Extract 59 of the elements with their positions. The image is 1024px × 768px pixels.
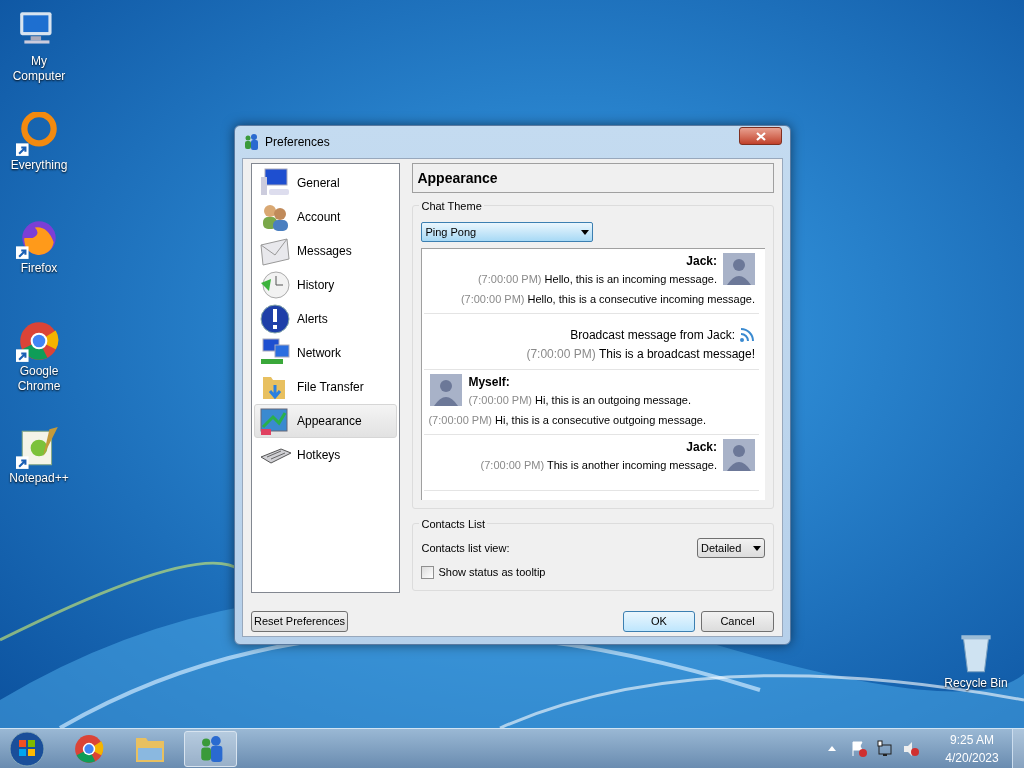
ok-button[interactable]: OK [623, 611, 695, 632]
messenger-taskbar-button[interactable] [184, 730, 237, 767]
message-time: (7:00:00 PM) [428, 414, 493, 426]
message-text: Hello, this is a consecutive incoming message. [527, 293, 755, 305]
sidebar-item[interactable]: Appearance [254, 404, 398, 438]
view-dropdown[interactable]: Detailed [697, 538, 765, 558]
sidebar-item[interactable]: General [254, 166, 398, 200]
category-icon [259, 269, 291, 301]
rss-icon [739, 327, 755, 343]
checkbox-label: Show status as tooltip [438, 565, 546, 580]
message-time: (7:00:00 PM) [468, 394, 533, 406]
field-label: Contacts list view: [421, 540, 510, 556]
avatar-icon [430, 374, 463, 406]
desktop-icon-label[interactable]: My Computer [6, 54, 72, 84]
sidebar-item[interactable]: File Transfer [254, 370, 398, 404]
app-icon [243, 134, 259, 150]
sidebar-item[interactable]: Hotkeys [254, 438, 398, 472]
sidebar-item[interactable]: History [254, 268, 398, 302]
category-icon [259, 303, 291, 335]
message-text: This is another incoming message. [547, 459, 717, 471]
window-title: Preferences [265, 134, 331, 151]
avatar-icon [723, 439, 755, 471]
sender-name: Jack: [686, 439, 717, 455]
cancel-button[interactable]: Cancel [701, 611, 774, 632]
flag-icon[interactable] [850, 739, 868, 758]
show-hidden-icons-icon[interactable] [828, 746, 836, 751]
start-button[interactable] [8, 729, 46, 768]
reset-button[interactable]: Reset Preferences [251, 611, 349, 632]
caret-icon [753, 545, 761, 551]
desktop-icon-label[interactable]: Recycle Bin [943, 676, 1009, 691]
close-button[interactable] [739, 127, 782, 145]
theme-dropdown[interactable]: Ping Pong [421, 222, 594, 242]
message-text: Hi, this is a consecutive outgoing message. [495, 414, 707, 426]
sidebar-item[interactable]: Network [254, 336, 398, 370]
message-text: Hello, this is an incoming message. [544, 273, 717, 285]
sidebar-item[interactable]: Alerts [254, 302, 398, 336]
network-icon[interactable] [876, 739, 894, 758]
avatar-icon [723, 253, 755, 285]
sender-name: Myself: [468, 374, 511, 390]
close-icon [755, 131, 766, 141]
message-time: (7:00:00 PM) [480, 459, 545, 471]
desktop-icon-label[interactable]: Google Chrome [6, 364, 72, 394]
section-header: Appearance [412, 163, 774, 193]
message-text: Hi, this is an outgoing message. [535, 394, 691, 406]
desktop-icon-label[interactable]: Everything [6, 158, 72, 173]
sender-name: Jack: [686, 253, 717, 269]
message-time: (7:00:00 PM) [526, 347, 596, 361]
sidebar-item[interactable]: Messages [254, 234, 398, 268]
category-icon [259, 405, 291, 437]
message-text: This is a broadcast message! [598, 347, 755, 361]
category-icon [259, 235, 291, 267]
message-time: (7:00:00 PM) [460, 293, 525, 305]
sender-name: Broadcast message from Jack: [570, 327, 735, 344]
tooltip-checkbox[interactable] [421, 565, 435, 579]
desktop-icon-label[interactable]: Notepad++ [6, 471, 72, 486]
message-time: (7:00:00 PM) [477, 273, 542, 285]
sidebar-item[interactable]: Account [254, 200, 398, 234]
caret-icon [581, 229, 590, 235]
desktop-icon-label[interactable]: Firefox [6, 261, 72, 276]
